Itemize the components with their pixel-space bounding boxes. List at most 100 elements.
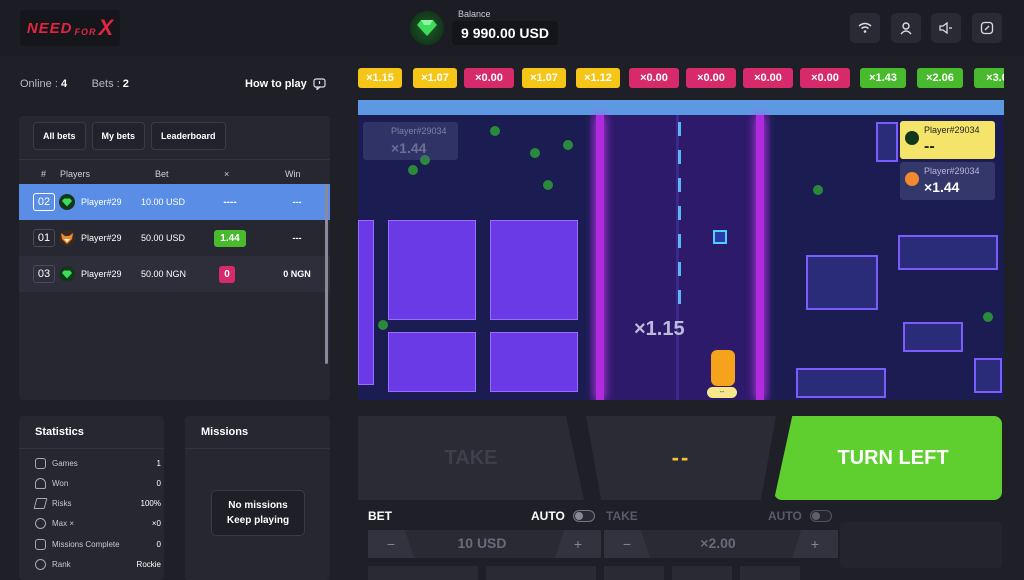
how-to-play-link[interactable]: How to play <box>245 78 326 90</box>
info-button[interactable] <box>972 13 1002 43</box>
lane-dash <box>678 178 681 192</box>
stat-label: Games <box>52 459 78 468</box>
turn-left-button[interactable]: TURN LEFT <box>774 416 1002 500</box>
current-multiplier-display: -- <box>586 416 776 500</box>
quick-take-row[interactable] <box>740 566 800 580</box>
gem-avatar-icon <box>905 131 919 145</box>
building-block <box>490 220 578 320</box>
gem-icon <box>410 11 444 45</box>
missions-empty-line1: No missions <box>228 500 288 511</box>
auto-take-toggle[interactable] <box>810 510 832 522</box>
take-multiplier-value[interactable]: ×2.00 <box>666 535 770 551</box>
trophy-icon <box>35 478 46 489</box>
wifi-button[interactable] <box>850 13 880 43</box>
lane-dash <box>678 262 681 276</box>
bets-label: Bets : <box>91 78 120 90</box>
tree <box>813 185 823 195</box>
table-row[interactable]: 01 Player#29 50.00 USD 1.44 --- <box>19 220 330 256</box>
auto-bet-toggle[interactable] <box>573 510 595 522</box>
gauge-icon <box>35 518 46 529</box>
bet-amount: 50.00 NGN <box>141 269 187 279</box>
game-logo: NEED FOR X <box>20 10 120 46</box>
player-car <box>711 350 735 386</box>
player-tag-active: Player#29034 -- <box>900 121 995 159</box>
online-value: 4 <box>60 78 68 90</box>
missions-title: Missions <box>201 426 249 438</box>
header: NEED FOR X Balance 9 990.00 USD <box>0 0 1024 56</box>
auto-bet-label: AUTO <box>531 509 565 523</box>
game-field[interactable]: Player#29034 ×1.44 ×1.15 -- Player#29034… <box>358 100 1004 400</box>
statistics-panel: Statistics Games 1 Won 0 Risks 100% Max × ×0… <box>19 416 164 580</box>
divider <box>19 448 164 449</box>
fox-avatar-icon <box>905 172 919 186</box>
quick-take-row[interactable] <box>672 566 732 580</box>
tab-leaderboard[interactable]: Leaderboard <box>151 122 226 150</box>
tab-all-bets[interactable]: All bets <box>33 122 86 150</box>
history-chip: ×1.43 <box>860 68 906 88</box>
obstacle-box <box>713 230 727 244</box>
multiplier-history: ×1.15 ×1.07 ×0.00 ×1.07 ×1.12 ×0.00 ×0.0… <box>358 68 1004 90</box>
chat-icon <box>313 78 326 90</box>
history-chip: ×0.00 <box>743 68 793 88</box>
row-multiplier: ---- <box>223 197 237 208</box>
online-label: Online : <box>20 78 58 90</box>
row-win: 0 NGN <box>283 269 311 279</box>
stat-max: Max × ×0 <box>35 518 161 529</box>
building <box>806 255 878 310</box>
stat-risks: Risks 100% <box>33 498 161 509</box>
quick-take-row[interactable] <box>604 566 664 580</box>
checkbox-icon <box>35 539 46 550</box>
row-number: 01 <box>33 229 55 247</box>
table-row[interactable]: 02 Player#29 10.00 USD ---- --- <box>19 184 330 220</box>
row-multiplier-badge: 0 <box>219 266 235 283</box>
tab-my-bets[interactable]: My bets <box>91 122 146 150</box>
scrollbar[interactable] <box>325 184 328 364</box>
row-win: --- <box>292 197 302 207</box>
player-name: Player#29 <box>81 269 122 279</box>
ghost-player-mult: ×1.44 <box>391 140 427 156</box>
lane-dash <box>678 150 681 164</box>
missions-empty-state: No missions Keep playing <box>211 490 305 536</box>
take-label: TAKE <box>606 509 638 523</box>
quick-bet-row[interactable] <box>368 566 478 580</box>
building <box>903 322 963 352</box>
stat-label: Won <box>52 479 69 488</box>
history-chip: ×1.07 <box>522 68 566 88</box>
stat-label: Rank <box>52 560 71 569</box>
road-lane <box>756 115 764 400</box>
sound-button[interactable] <box>931 13 961 43</box>
tree <box>408 165 418 175</box>
building <box>974 358 1002 393</box>
how-to-play-label: How to play <box>245 78 307 90</box>
divider <box>185 448 330 449</box>
tree <box>983 312 993 322</box>
take-button[interactable]: TAKE <box>358 416 584 500</box>
stat-label: Max × <box>52 519 75 528</box>
bet-amount: 50.00 USD <box>141 233 186 243</box>
logo-text-small: FOR <box>74 27 97 37</box>
bets-table-header: # Players Bet × Win <box>19 166 330 184</box>
wifi-icon <box>858 22 872 33</box>
col-players: Players <box>60 169 91 179</box>
tree <box>563 140 573 150</box>
user-icon <box>900 21 912 34</box>
player-tag: Player#29034 ×1.44 <box>900 162 995 200</box>
balance-label: Balance <box>458 9 491 19</box>
stat-value: 1 <box>156 459 161 468</box>
balance-value: 9 990.00 USD <box>452 21 558 45</box>
bet-amount-value[interactable]: 10 USD <box>430 535 534 551</box>
quick-bet-row[interactable] <box>486 566 596 580</box>
history-chip: ×0.00 <box>686 68 736 88</box>
user-button[interactable] <box>891 13 921 43</box>
placeholder-panel <box>840 522 1002 568</box>
stat-value: 100% <box>140 499 161 508</box>
history-chip: ×3.0 <box>974 68 1004 88</box>
player-tag-value: ×1.44 <box>924 179 960 195</box>
row-number: 02 <box>33 193 55 211</box>
table-row[interactable]: 03 Player#29 50.00 NGN 0 0 NGN <box>19 256 330 292</box>
player-name: Player#29 <box>81 197 122 207</box>
col-num: # <box>41 169 47 179</box>
history-chip: ×0.00 <box>629 68 679 88</box>
row-win: --- <box>292 233 302 243</box>
row-number: 03 <box>33 265 55 283</box>
